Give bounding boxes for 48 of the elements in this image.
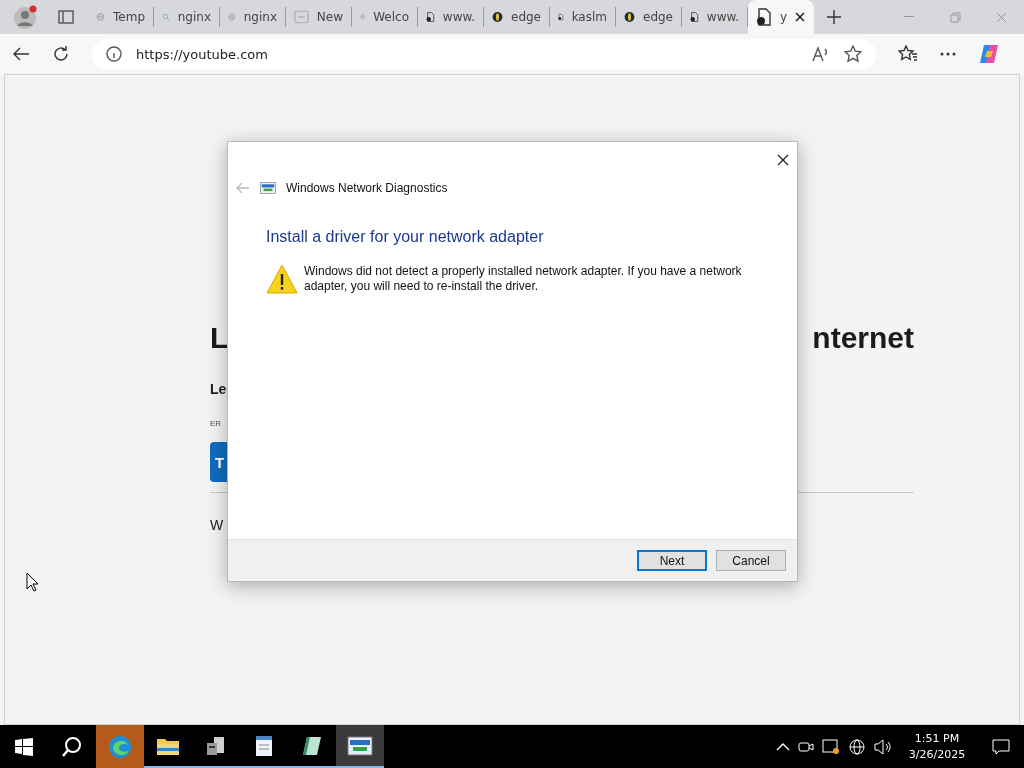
next-button[interactable]: Next xyxy=(637,550,707,571)
browser-tab[interactable]: New xyxy=(286,7,352,27)
close-icon[interactable] xyxy=(777,154,789,166)
clock-time[interactable]: 1:51 PM xyxy=(914,732,960,745)
browser-tab[interactable]: nginx xyxy=(220,7,286,27)
warning-icon xyxy=(266,264,298,294)
dialog-message: Windows did not detect a properly installed network adapter. If you have a network adapter, you will need to re-install the driver. xyxy=(304,264,743,294)
close-icon[interactable] xyxy=(795,12,806,22)
network-diagnostics-icon xyxy=(260,181,276,195)
browser-tab[interactable]: Welco xyxy=(352,7,418,27)
page-heading: nternet xyxy=(812,321,914,355)
favorites-icon[interactable] xyxy=(898,45,918,63)
browser-tab[interactable]: kaslm xyxy=(550,7,616,27)
cancel-button[interactable]: Cancel xyxy=(716,550,786,571)
back-icon[interactable] xyxy=(12,46,30,62)
browser-tab[interactable]: edge xyxy=(616,7,682,27)
notification-icon[interactable] xyxy=(992,738,1010,755)
clock-date[interactable]: 3/26/2025 xyxy=(908,748,966,761)
dialog-heading: Install a driver for your network adapter xyxy=(266,228,545,246)
browser-tab[interactable]: edge xyxy=(484,7,550,27)
more-icon[interactable] xyxy=(940,52,956,56)
star-icon[interactable] xyxy=(844,45,862,63)
globe-icon[interactable] xyxy=(848,737,866,756)
dialog-title: Windows Network Diagnostics xyxy=(286,181,448,195)
notebook-icon[interactable] xyxy=(301,734,323,757)
taskbar-button[interactable] xyxy=(336,725,384,768)
notepad-icon[interactable] xyxy=(254,733,274,758)
browser-tab[interactable]: Temp xyxy=(88,7,154,27)
page-subheading: Le xyxy=(210,381,228,397)
network-diagnostics-icon[interactable] xyxy=(347,734,373,757)
browser-tab[interactable]: www. xyxy=(418,7,484,27)
edge-browser-icon[interactable] xyxy=(107,733,133,760)
volume-icon[interactable] xyxy=(874,738,892,755)
copilot-icon[interactable] xyxy=(978,43,1000,65)
document-error-icon xyxy=(756,8,772,26)
browser-tab[interactable]: nginx xyxy=(154,7,220,27)
error-code: ER xyxy=(210,419,223,428)
refresh-icon[interactable] xyxy=(52,45,70,63)
monitor-warning-icon[interactable] xyxy=(822,738,840,755)
browser-tab[interactable]: y xyxy=(748,0,814,34)
address-bar[interactable]: https://youtube.com xyxy=(92,39,876,69)
page-heading: L xyxy=(210,321,229,355)
chevron-up-icon[interactable] xyxy=(776,742,790,751)
read-aloud-icon[interactable] xyxy=(812,46,830,62)
page-icon xyxy=(294,9,309,25)
info-icon[interactable] xyxy=(106,46,122,62)
mouse-cursor-icon xyxy=(26,572,40,592)
page-text: W xyxy=(210,517,225,533)
